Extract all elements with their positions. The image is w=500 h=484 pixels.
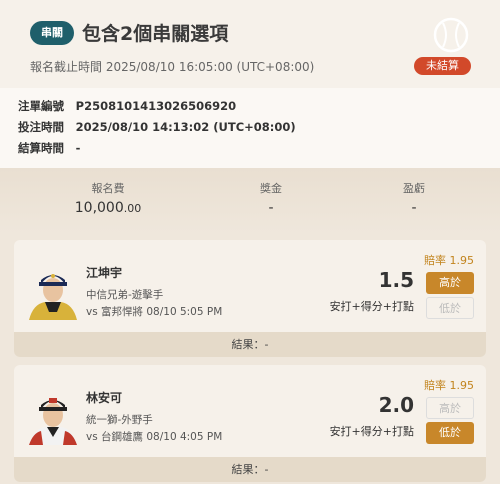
line-value: 1.5 (378, 268, 414, 292)
stat-type: 安打+得分+打點 (329, 300, 414, 313)
status-badge: 未結算 (414, 57, 471, 75)
profit-label: 盈虧 (403, 182, 425, 195)
bet-time-label: 投注時間 (18, 120, 64, 134)
game-info: vs 富邦悍將 08/10 5:05 PM (86, 306, 223, 318)
line-value: 2.0 (378, 393, 414, 417)
slip-header: 串關 包含2個串關選項 報名截止時間 2025/08/10 16:05:00 (… (0, 0, 500, 88)
page-title: 包含2個串關選項 (82, 23, 229, 45)
player-team: 中信兄弟-遊擊手 (86, 289, 164, 301)
bet-time-value: 2025/08/10 14:13:02 (UTC+08:00) (75, 120, 296, 134)
fee-col: 報名費 10,000.00 (38, 180, 178, 216)
under-button[interactable]: 低於 (426, 422, 474, 444)
fee-decimal: .00 (123, 202, 142, 215)
bet-time-row: 投注時間 2025/08/10 14:13:02 (UTC+08:00) (18, 120, 500, 141)
bet-info: 注單編號 P2508101413026506920 投注時間 2025/08/1… (0, 88, 500, 168)
summary-bar: 報名費 10,000.00 獎金 - 盈虧 - (0, 168, 500, 234)
parlay-tag: 串關 (30, 21, 74, 45)
settle-row: 結算時間 - (18, 141, 500, 162)
profit-col: 盈虧 - (344, 180, 484, 216)
fee-label: 報名費 (91, 182, 125, 195)
prize-col: 獎金 - (201, 180, 341, 216)
deadline-text: 報名截止時間 2025/08/10 16:05:00 (UTC+08:00) (30, 58, 314, 75)
settle-label: 結算時間 (18, 141, 64, 155)
pick-body: 江坤宇 中信兄弟-遊擊手 vs 富邦悍將 08/10 5:05 PM 賠率 1.… (14, 240, 486, 332)
pick-card: 江坤宇 中信兄弟-遊擊手 vs 富邦悍將 08/10 5:05 PM 賠率 1.… (14, 240, 486, 357)
prize-value: - (268, 200, 274, 216)
baseball-icon (433, 17, 469, 53)
pick-body: 林安可 統一獅-外野手 vs 台鋼雄鷹 08/10 4:05 PM 賠率 1.9… (14, 365, 486, 457)
player-name: 江坤宇 (86, 266, 123, 280)
odds-text: 賠率 1.95 (424, 254, 474, 267)
order-label: 注單編號 (18, 99, 64, 113)
over-button[interactable]: 高於 (426, 272, 474, 294)
under-button[interactable]: 低於 (426, 297, 474, 319)
deadline-value: 2025/08/10 16:05:00 (UTC+08:00) (105, 60, 315, 74)
odds-text: 賠率 1.95 (424, 379, 474, 392)
player-photo-icon (29, 398, 77, 445)
pick-card: 林安可 統一獅-外野手 vs 台鋼雄鷹 08/10 4:05 PM 賠率 1.9… (14, 365, 486, 482)
fee-main: 10,000 (74, 200, 124, 216)
result-bar: 結果：- (14, 332, 486, 357)
player-name: 林安可 (86, 391, 123, 405)
game-info: vs 台鋼雄鷹 08/10 4:05 PM (86, 431, 223, 443)
player-team: 統一獅-外野手 (86, 414, 153, 426)
stat-type: 安打+得分+打點 (329, 425, 414, 438)
settle-value: - (75, 141, 81, 155)
prize-label: 獎金 (260, 182, 282, 195)
player-photo-icon (29, 274, 77, 320)
profit-value: - (411, 200, 417, 216)
over-button[interactable]: 高於 (426, 397, 474, 419)
order-value: P2508101413026506920 (75, 99, 237, 113)
deadline-label: 報名截止時間 (30, 60, 103, 74)
fee-value: 10,000.00 (38, 200, 178, 216)
order-row: 注單編號 P2508101413026506920 (18, 99, 500, 120)
result-bar: 結果：- (14, 457, 486, 482)
